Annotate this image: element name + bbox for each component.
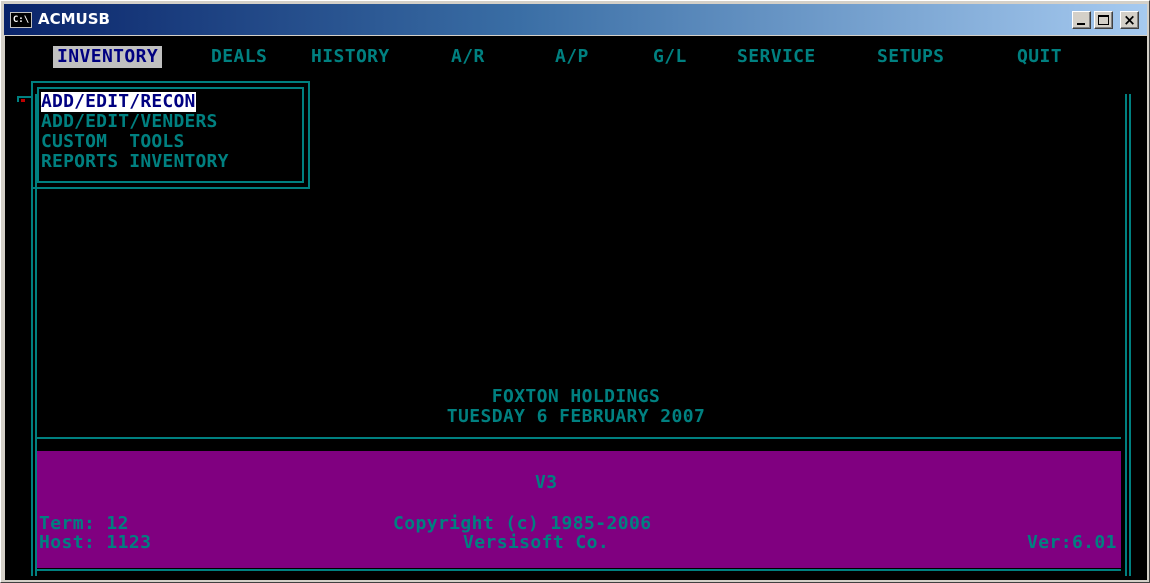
submenu-item-custom-tools[interactable]: CUSTOM TOOLS	[41, 132, 184, 152]
menu-service[interactable]: SERVICE	[737, 46, 816, 68]
window-title: ACMUSB	[38, 10, 110, 28]
close-button[interactable]: ×	[1120, 11, 1139, 29]
menu-ap[interactable]: A/P	[555, 46, 589, 68]
copyright-text: Copyright (c) 1985-2006	[393, 513, 652, 534]
cursor-mark	[21, 99, 25, 102]
menu-setups[interactable]: SETUPS	[877, 46, 944, 68]
current-date: TUESDAY 6 FEBRUARY 2007	[446, 406, 706, 427]
frame-bottom-border	[37, 569, 1121, 571]
status-divider	[37, 437, 1121, 439]
frame-right-border-inner	[1125, 94, 1127, 576]
menu-inventory[interactable]: INVENTORY	[53, 46, 163, 68]
software-version: Ver:6.01	[1027, 532, 1117, 553]
title-bar[interactable]: C:\ ACMUSB ×	[4, 4, 1147, 35]
version-code: V3	[535, 472, 558, 493]
close-icon: ×	[1123, 11, 1136, 29]
console-window: C:\ ACMUSB × INVENTORY DEALS HISTORY A/R…	[0, 0, 1150, 583]
minimize-button[interactable]	[1072, 11, 1091, 29]
maximize-icon	[1098, 15, 1109, 25]
menu-quit[interactable]: QUIT	[1017, 46, 1062, 68]
console-app-icon[interactable]: C:\	[10, 12, 32, 28]
maximize-button[interactable]	[1094, 11, 1113, 29]
console-screen[interactable]: INVENTORY DEALS HISTORY A/R A/P G/L SERV…	[5, 36, 1147, 580]
frame-corner	[17, 96, 31, 98]
vendor-name: Versisoft Co.	[463, 532, 610, 553]
submenu-item-add-edit-recon[interactable]: ADD/EDIT/RECON	[41, 92, 196, 112]
menu-ar[interactable]: A/R	[451, 46, 485, 68]
menu-history[interactable]: HISTORY	[311, 46, 390, 68]
submenu-item-add-edit-venders[interactable]: ADD/EDIT/VENDERS	[41, 112, 218, 132]
submenu-item-reports-inventory[interactable]: REPORTS INVENTORY	[41, 152, 229, 172]
menu-gl[interactable]: G/L	[653, 46, 687, 68]
frame-corner	[17, 96, 19, 102]
status-panel: V3 Term: 12 Host: 1123 Copyright (c) 198…	[37, 451, 1121, 568]
frame-right-border	[1129, 94, 1131, 576]
term-number: Term: 12	[39, 513, 129, 534]
host-number: Host: 1123	[39, 532, 152, 553]
company-name: FOXTON HOLDINGS	[491, 386, 661, 407]
minimize-icon	[1077, 23, 1085, 25]
menu-deals[interactable]: DEALS	[211, 46, 267, 68]
